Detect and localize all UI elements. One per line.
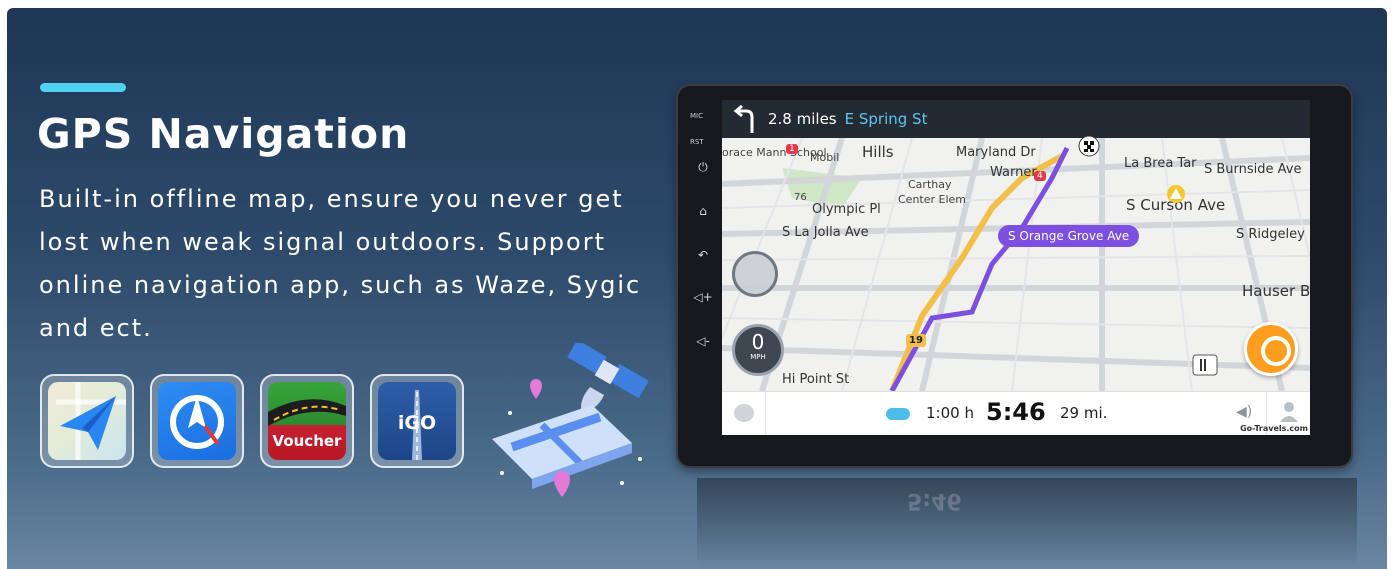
trip-toggle-icon[interactable] — [886, 408, 910, 420]
speedometer: 0 MPH — [732, 324, 784, 376]
map-label-carthay: Carthay — [908, 178, 952, 191]
device-reflection: 5:46 — [697, 478, 1357, 568]
back-icon[interactable]: ↶ — [692, 248, 714, 262]
map-label-ridgeley: S Ridgeley D — [1236, 227, 1310, 242]
volume-down-icon[interactable]: ◁- — [692, 334, 714, 348]
remaining-distance: 29 mi. — [1060, 404, 1108, 422]
recenter-compass-button[interactable] — [732, 251, 778, 297]
map-label-burnside: S Burnside Ave — [1204, 162, 1302, 177]
arrival-time: 5:46 — [986, 398, 1046, 426]
maps-navigation-app-icon[interactable] — [40, 374, 134, 468]
map-label-mobil: Mobil — [810, 151, 840, 164]
next-street: E Spring St — [844, 110, 928, 128]
car-head-unit: MIC RST ⏻ ⌂ ↶ ◁+ ◁- 2.8 miles E Spring S… — [676, 84, 1353, 468]
user-icon — [1280, 402, 1298, 422]
voucher-app-artwork: Voucher — [268, 382, 346, 460]
turn-instruction-bar: 2.8 miles E Spring St — [722, 100, 1310, 138]
trip-info-bar: 1:00 h 5:46 29 mi. ◀) Go-Travels.com — [722, 391, 1310, 435]
destination-flag-icon — [1078, 136, 1100, 157]
restaurant-icon — [1192, 354, 1218, 376]
map-view[interactable]: orace Mann School 1 Mobil Hills Maryland… — [722, 136, 1310, 391]
accent-bar — [40, 83, 126, 92]
home-icon[interactable]: ⌂ — [692, 204, 714, 218]
volume-up-icon[interactable]: ◁+ — [692, 290, 714, 304]
mobil-badge: 1 — [786, 144, 798, 154]
mic-label: MIC — [690, 112, 703, 120]
app-icon-row: Voucher iGO — [40, 374, 464, 468]
map-label-hills: Hills — [862, 143, 894, 161]
warner-badge: 4 — [1034, 171, 1046, 181]
report-button[interactable] — [1244, 322, 1298, 376]
reflection-eta: 5:46 — [907, 488, 962, 513]
reset-button[interactable]: RST — [690, 138, 704, 146]
compass-navigation-app-icon[interactable] — [150, 374, 244, 468]
hardware-keys: MIC RST ⏻ ⌂ ↶ ◁+ ◁- — [678, 86, 723, 466]
watermark: Go-Travels.com — [1240, 424, 1308, 433]
hazard-icon — [1167, 185, 1185, 203]
satellite-icon — [567, 343, 649, 413]
sound-icon[interactable]: ◀) — [1236, 404, 1252, 420]
paper-plane-icon — [56, 382, 126, 460]
igo-label: iGO — [397, 412, 437, 434]
menu-button[interactable] — [722, 392, 766, 435]
map-label-route-76: 76 — [794, 192, 807, 203]
map-label-warner: Warner — [990, 165, 1037, 180]
power-icon[interactable]: ⏻ — [692, 160, 714, 174]
map-label-maryland: Maryland Dr — [956, 145, 1036, 160]
igo-app-artwork: iGO — [378, 382, 456, 460]
route-street-callout: S Orange Grove Ave — [998, 225, 1140, 247]
speed-unit: MPH — [750, 353, 766, 361]
navigation-screen: 2.8 miles E Spring St orace Mann School … — [722, 100, 1310, 435]
map-label-la-brea: La Brea Tar — [1124, 156, 1197, 171]
compass-app-artwork — [158, 382, 236, 460]
map-label-olympic: Olympic Pl — [812, 202, 881, 217]
trip-duration: 1:00 h — [926, 404, 974, 422]
maps-app-artwork — [48, 382, 126, 460]
voucher-app-icon[interactable]: Voucher — [260, 374, 354, 468]
satellite-map-illustration — [492, 343, 649, 497]
compass-icon — [170, 395, 224, 449]
igo-app-icon[interactable]: iGO — [370, 374, 464, 468]
turn-left-arrow-icon — [722, 100, 762, 138]
map-label-hi-point: Hi Point St — [782, 372, 850, 387]
waze-icon — [734, 404, 754, 422]
map-label-center-elem: Center Elem — [898, 193, 967, 206]
feature-description: Built-in offline map, ensure you never g… — [39, 185, 642, 342]
map-label-la-jolla: S La Jolla Ave — [782, 225, 869, 240]
map-label-route-19: 19 — [906, 334, 926, 347]
turn-distance: 2.8 miles — [768, 110, 837, 128]
map-label-hauser: Hauser Bl — [1242, 282, 1310, 300]
voucher-label: Voucher — [272, 432, 342, 450]
headline: GPS Navigation — [37, 110, 410, 158]
